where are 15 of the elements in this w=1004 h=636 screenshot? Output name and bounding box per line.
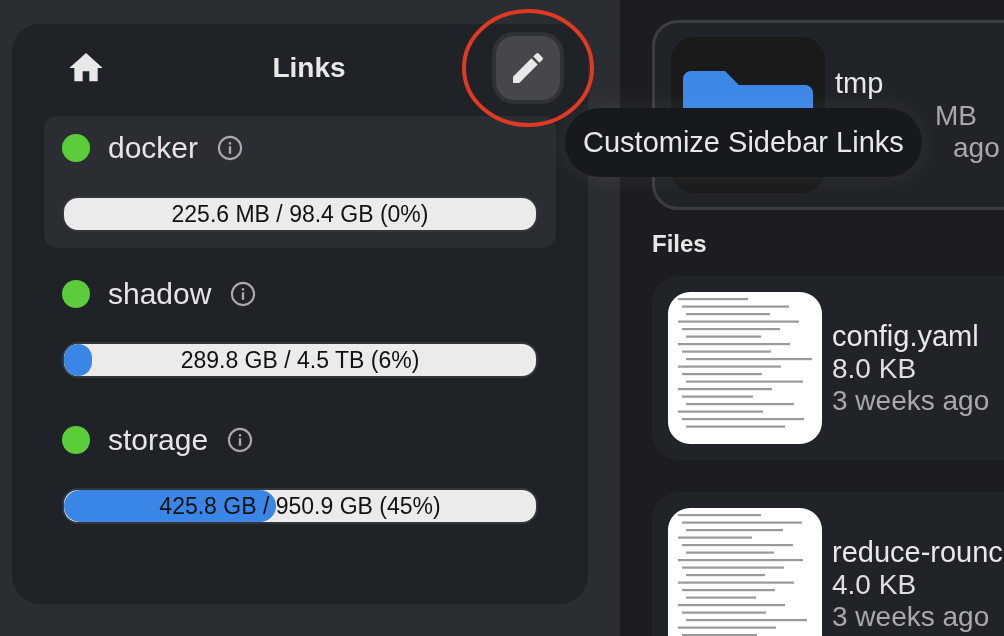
folder-name: tmp <box>835 66 885 100</box>
folder-size: MB <box>935 99 978 132</box>
section-heading: Files <box>652 230 708 258</box>
usage-text: 225.6 MB / 98.4 GB (0%) <box>171 200 429 228</box>
file-size: 8.0 KB <box>832 352 918 385</box>
file-modified: 3 weeks ago <box>832 384 990 417</box>
tooltip: Customize Sidebar Links <box>565 108 922 177</box>
folder-modified: ago <box>953 131 1000 164</box>
file-name: reduce-rounc <box>832 535 1003 569</box>
file-modified: 3 weeks ago <box>832 600 991 633</box>
usage-text: 425.8 GB / 950.9 GB (45%) <box>159 492 441 520</box>
file-size: 4.0 KB <box>832 568 918 601</box>
sidebar-title: Links <box>271 52 347 84</box>
usage-text: 289.8 GB / 4.5 TB (6%) <box>180 346 420 374</box>
file-name: config.yaml <box>832 319 980 353</box>
